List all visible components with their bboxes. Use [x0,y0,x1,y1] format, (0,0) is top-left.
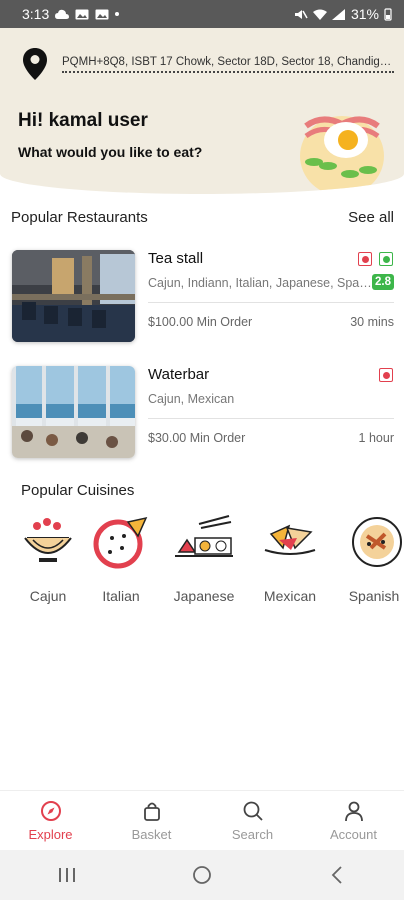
system-nav-bar [0,850,404,900]
status-bar: 3:13 31% [0,0,404,28]
status-time: 3:13 [22,6,50,22]
bag-icon [143,802,160,821]
cuisine-item-spanish[interactable]: Spanish [334,512,404,604]
home-button[interactable] [182,860,222,890]
nav-basket[interactable]: Basket [101,791,202,850]
restaurant-cuisines: Cajun, Mexican [148,392,235,406]
nav-search[interactable]: Search [202,791,303,850]
compass-icon [40,800,61,821]
cuisine-item-japanese[interactable]: Japanese [164,512,244,604]
nav-label: Search [231,826,274,842]
restaurant-card-waterbar[interactable]: Waterbar Cajun, Mexican $30.00 Min Order… [12,366,396,466]
restaurant-name: Waterbar [148,366,210,383]
bottom-nav: Explore Basket Search Account [0,790,404,850]
greeting-subtitle: What would you like to eat? [18,144,203,160]
search-icon [243,801,263,821]
cuisine-label: Japanese [173,588,235,604]
header: PQMH+8Q8, ISBT 17 Chowk, Sector 18D, Sec… [0,28,404,194]
greeting-title: Hi! kamal user [18,110,148,131]
status-left: 3:13 [22,6,120,22]
battery-icon [384,7,392,21]
back-button[interactable] [317,860,357,890]
divider [148,418,394,419]
image-icon [75,9,89,19]
location-pin-icon [23,48,47,80]
recent-apps-button[interactable] [47,860,87,890]
battery-percent: 31% [350,6,379,22]
mute-icon [294,9,308,19]
nav-label: Explore [28,826,73,842]
cuisine-label: Mexican [263,588,317,604]
cuisines-section-title: Popular Cuisines [21,482,135,499]
noodle-bowl-icon [24,518,72,562]
see-all-link[interactable]: See all [348,209,394,226]
min-order: $100.00 Min Order [148,315,253,329]
nonveg-icon [358,252,372,266]
veg-icon [379,252,393,266]
cloud-icon [55,9,70,19]
pizza-icon [93,516,148,569]
gallery-icon [95,9,109,19]
back-icon [331,866,342,884]
cuisine-label: Italian [102,588,140,604]
rating-badge: 2.8 [372,274,394,290]
cuisines-carousel[interactable]: Cajun Italian Japanese Mexican Spanish [0,512,404,612]
restaurant-cuisines: Cajun, Indiann, Italian, Japanese, Spani… [148,276,374,290]
breakfast-illustration-icon [300,116,384,194]
restaurant-card-tea-stall[interactable]: Tea stall Cajun, Indiann, Italian, Japan… [12,250,396,350]
spanish-dish-icon [352,517,402,567]
nav-label: Basket [131,826,172,842]
dot-icon [115,12,120,16]
signal-icon [331,8,345,20]
cuisine-label: Spanish [348,588,400,604]
restaurant-image [12,366,135,458]
restaurants-section-title: Popular Restaurants [11,209,148,226]
restaurant-image [12,250,135,342]
home-icon [193,866,211,884]
wifi-icon [312,9,327,20]
sushi-icon [175,515,233,557]
nav-label: Account [330,826,377,842]
nachos-icon [264,524,316,555]
cuisine-item-mexican[interactable]: Mexican [250,512,330,604]
nonveg-icon [379,368,393,382]
delivery-time: 1 hour [358,431,394,445]
nav-explore[interactable]: Explore [0,791,101,850]
cuisine-label: Cajun [29,588,67,604]
divider [148,302,394,303]
delivery-time: 30 mins [350,315,394,329]
cuisine-item-italian[interactable]: Italian [81,512,161,604]
nav-account[interactable]: Account [303,791,404,850]
status-right: 31% [294,6,392,22]
location-selector[interactable]: PQMH+8Q8, ISBT 17 Chowk, Sector 18D, Sec… [22,46,394,82]
location-address[interactable]: PQMH+8Q8, ISBT 17 Chowk, Sector 18D, Sec… [62,56,394,73]
min-order: $30.00 Min Order [148,431,246,445]
restaurant-name: Tea stall [148,250,204,267]
restaurant-photo-icon [12,366,135,458]
restaurant-photo-icon [12,250,135,342]
recent-apps-icon [59,868,76,882]
cuisine-item-cajun[interactable]: Cajun [8,512,88,604]
user-icon [344,801,363,821]
